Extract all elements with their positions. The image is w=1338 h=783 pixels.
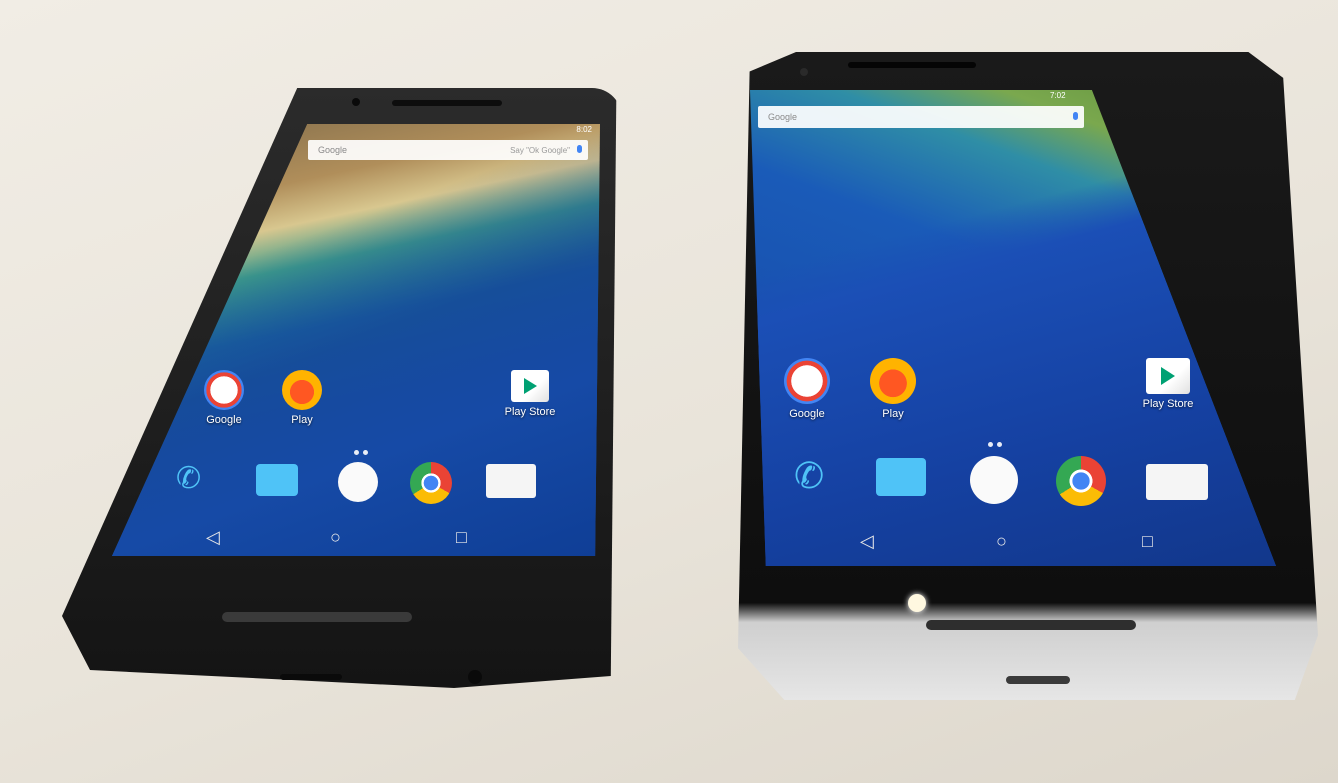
left-app-play-store-label: Play Store: [504, 406, 556, 418]
google-icon: [784, 358, 830, 404]
left-search-hint: Say "Ok Google": [510, 145, 570, 155]
left-earpiece: [392, 100, 502, 106]
right-dock-messenger-icon[interactable]: [876, 458, 926, 496]
right-phone: 7:02 Google Google Play Play Store ✆ ◁ ○…: [738, 52, 1318, 700]
play-store-icon: [1146, 358, 1190, 394]
right-earpiece: [848, 62, 976, 68]
right-app-google[interactable]: Google: [774, 358, 840, 420]
left-usb-port: [280, 674, 342, 680]
left-app-google-label: Google: [206, 414, 242, 426]
left-nav-back-icon[interactable]: ◁: [206, 528, 220, 546]
left-nav-home-icon[interactable]: ○: [330, 528, 341, 546]
right-app-play-store-label: Play Store: [1142, 398, 1194, 410]
mic-icon[interactable]: [1073, 112, 1078, 120]
right-usb-port: [1006, 676, 1070, 684]
right-dock-camera-icon[interactable]: [1146, 464, 1208, 500]
right-sensor-light: [908, 594, 926, 612]
left-nav-recents-icon[interactable]: □: [456, 528, 467, 546]
right-dock-chrome-icon[interactable]: [1056, 456, 1106, 506]
left-dock-camera-icon[interactable]: [486, 464, 536, 498]
right-nav-home-icon[interactable]: ○: [996, 532, 1007, 550]
left-dock-phone-icon[interactable]: ✆: [176, 464, 206, 494]
left-headphone-jack: [468, 670, 482, 684]
left-dock-chrome-icon[interactable]: [410, 462, 452, 504]
left-status-time: 8:02: [576, 125, 592, 134]
left-app-google[interactable]: Google: [192, 370, 256, 426]
right-status-time: 7:02: [1050, 91, 1066, 100]
left-status-bar: 8:02: [112, 124, 600, 136]
left-app-play-store[interactable]: Play Store: [488, 370, 572, 418]
right-front-camera: [800, 68, 808, 76]
right-app-play[interactable]: Play: [860, 358, 926, 420]
right-nav-back-icon[interactable]: ◁: [860, 532, 874, 550]
google-icon: [204, 370, 244, 410]
left-search-placeholder: Google: [318, 145, 348, 155]
play-music-icon: [282, 370, 322, 410]
left-bottom-speaker: [222, 612, 412, 622]
right-app-google-label: Google: [789, 408, 825, 420]
left-dock-messenger-icon[interactable]: [256, 464, 298, 496]
left-page-indicator: [352, 442, 370, 460]
right-dock-phone-icon[interactable]: ✆: [794, 458, 830, 494]
left-dock-app-drawer-icon[interactable]: [338, 462, 378, 502]
right-search-placeholder: Google: [768, 112, 798, 122]
mic-icon[interactable]: [577, 145, 582, 153]
right-nav-recents-icon[interactable]: □: [1142, 532, 1153, 550]
right-search-bar[interactable]: Google: [758, 106, 1084, 128]
left-app-play[interactable]: Play: [270, 370, 334, 426]
right-app-play-label: Play: [882, 408, 904, 420]
left-phone: 8:02 Google Say "Ok Google" Google Play …: [62, 88, 622, 688]
left-app-play-label: Play: [291, 414, 313, 426]
play-store-icon: [511, 370, 549, 402]
left-search-bar[interactable]: Google Say "Ok Google": [308, 140, 588, 160]
left-front-camera: [352, 98, 360, 106]
play-music-icon: [870, 358, 916, 404]
right-page-indicator: [986, 434, 1004, 452]
right-bottom-speaker: [926, 620, 1136, 630]
right-dock-app-drawer-icon[interactable]: [970, 456, 1018, 504]
